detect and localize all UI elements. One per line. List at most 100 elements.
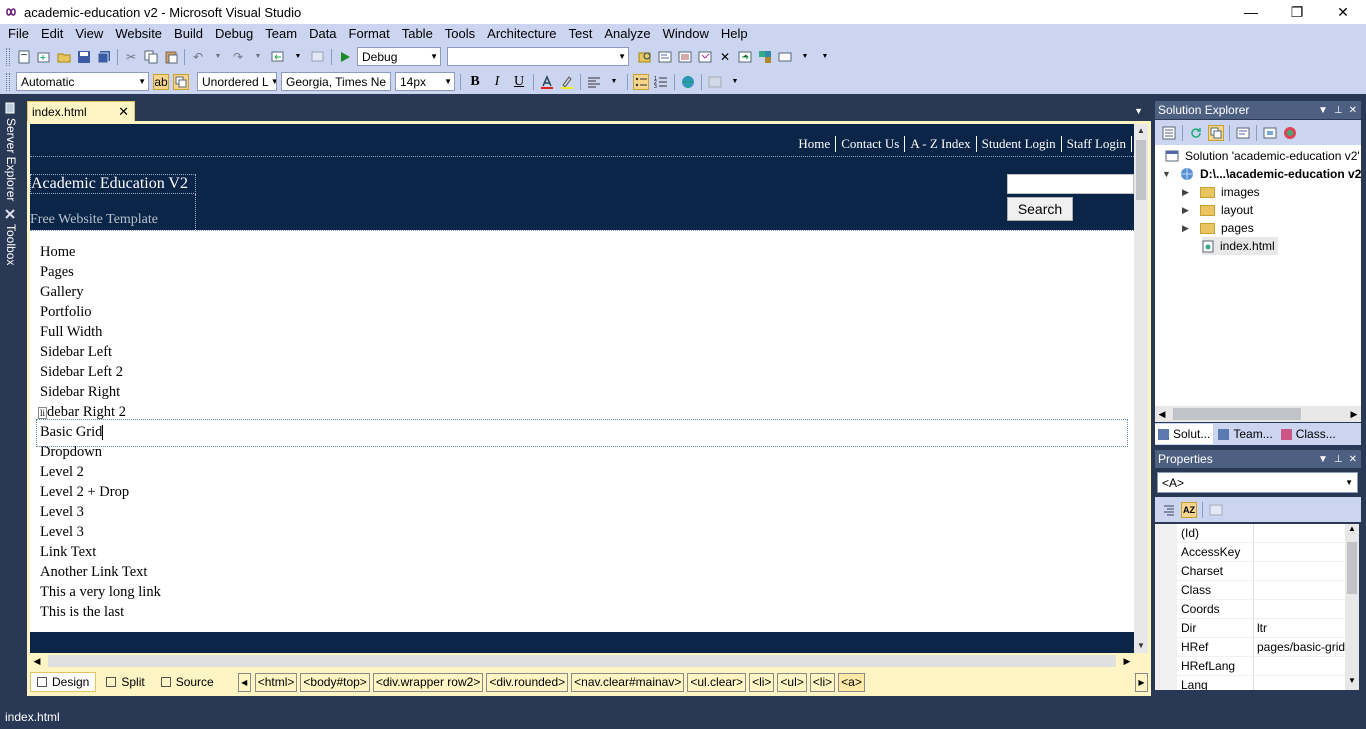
tag-nav-right-icon[interactable]: ▶ [1135,672,1148,692]
nest-related-files-icon[interactable] [1208,124,1224,141]
site-title[interactable]: Academic Education V2 [30,174,196,194]
nav-link-sidebar-right[interactable]: Sidebar Right [40,382,161,402]
property-row[interactable]: HRefpages/basic-grid.html [1155,638,1345,657]
menu-help[interactable]: Help [715,24,754,44]
property-row[interactable]: AccessKey [1155,543,1345,562]
undo-dropdown-icon[interactable]: ▼ [210,49,226,65]
other-windows-icon[interactable] [777,49,793,65]
start-page-icon[interactable] [737,49,753,65]
save-all-icon[interactable] [96,49,112,65]
cut-icon[interactable]: ✂ [123,49,139,65]
scroll-up-icon[interactable]: ▲ [1134,124,1148,138]
italic-button[interactable]: I [488,73,506,91]
nav-link-portfolio[interactable]: Portfolio [40,302,161,322]
nav-link-another-link-text[interactable]: Another Link Text [40,562,161,582]
menu-website[interactable]: Website [109,24,168,44]
target-rule-icon[interactable]: ab [153,73,169,90]
tab-class-view[interactable]: Class... [1278,424,1339,444]
tag-crumb-li[interactable]: <li> [749,672,775,692]
solution-configuration-combo[interactable]: Debug ▼ [357,47,441,66]
copy-web-site-icon[interactable] [1262,125,1278,141]
tag-crumb-nav[interactable]: <nav.clear#mainav> [571,672,685,692]
navigate-backward-icon[interactable] [270,49,286,65]
open-file-icon[interactable] [56,49,72,65]
source-view-tab[interactable]: Source [155,672,220,692]
menu-table[interactable]: Table [396,24,439,44]
toolbar-grip[interactable] [6,47,10,66]
scroll-right-icon[interactable]: ▶ [1120,656,1134,667]
server-explorer-tab[interactable]: Server Explorer [2,102,20,201]
align-icon[interactable] [586,74,602,90]
bullets-icon[interactable] [633,73,649,90]
scroll-track[interactable] [48,655,1116,667]
refresh-icon[interactable] [1188,125,1204,141]
nav-link-full-width[interactable]: Full Width [40,322,161,342]
panel-menu-icon[interactable]: ▼ [1318,105,1328,116]
properties-icon[interactable] [1161,125,1177,141]
property-pages-icon[interactable] [1208,502,1224,518]
property-row[interactable]: Class [1155,581,1345,600]
scroll-thumb[interactable] [1136,140,1146,200]
block-format-combo[interactable]: Unordered L▼ [197,72,277,91]
tag-crumb-a[interactable]: <a> [838,672,865,692]
nav-link-level-2[interactable]: Level 2 [40,462,161,482]
close-button[interactable]: ✕ [1320,0,1366,24]
style-application-combo[interactable]: Automatic ▼ [16,72,149,91]
nav-link-level-3[interactable]: Level 3 [40,502,161,522]
save-icon[interactable] [76,49,92,65]
properties-window-icon[interactable] [677,49,693,65]
toolbox-icon[interactable]: ✕ [717,49,733,65]
top-nav-staff-login[interactable]: Staff Login [1062,136,1132,152]
toolbar-options-icon[interactable]: ▼ [817,49,833,65]
scroll-thumb[interactable] [1347,542,1357,594]
expand-icon[interactable]: ▶ [1182,187,1192,198]
properties-object-selector[interactable]: <A> ▼ [1157,472,1358,493]
other-windows-dropdown-icon[interactable]: ▼ [797,49,813,65]
top-nav-az-index[interactable]: A - Z Index [905,136,977,152]
nav-link-link-text[interactable]: Link Text [40,542,161,562]
find-combo[interactable]: ▼ [447,47,629,66]
pin-icon[interactable]: ⊥ [1334,454,1343,465]
property-row[interactable]: Lang [1155,676,1345,690]
object-browser-icon[interactable] [697,49,713,65]
tree-folder-pages[interactable]: ▶ pages [1182,219,1254,237]
tag-crumb-ul-clear[interactable]: <ul.clear> [687,672,747,692]
tag-crumb-html[interactable]: <html> [254,672,298,692]
font-name-combo[interactable]: Georgia, Times Ne▼ [281,72,391,91]
menu-team[interactable]: Team [259,24,303,44]
active-files-dropdown-icon[interactable]: ▼ [1134,106,1143,116]
nav-link-sidebar-right-2[interactable]: li debar Right 2 [38,402,161,422]
tree-file-index-html[interactable]: index.html [1202,237,1278,255]
property-row[interactable]: Coords [1155,600,1345,619]
scroll-left-icon[interactable]: ◀ [1155,409,1169,420]
add-item-icon[interactable] [36,49,52,65]
align-dropdown-icon[interactable]: ▼ [606,74,622,90]
minimize-button[interactable]: — [1228,0,1274,24]
insert-image-icon[interactable] [707,74,723,90]
nav-link-very-long-link[interactable]: This a very long link [40,582,161,602]
restore-button[interactable]: ❐ [1274,0,1320,24]
menu-file[interactable]: File [2,24,35,44]
panel-close-icon[interactable]: ✕ [1349,105,1357,116]
redo-icon[interactable]: ↷ [230,49,246,65]
font-size-combo[interactable]: 14px ▼ [395,72,455,91]
redo-dropdown-icon[interactable]: ▼ [250,49,266,65]
property-row[interactable]: (Id) [1155,524,1345,543]
collapse-icon[interactable]: ▼ [1162,169,1172,179]
hyperlink-icon[interactable] [680,74,696,90]
tag-crumb-div-rounded[interactable]: <div.rounded> [486,672,569,692]
nav-link-gallery[interactable]: Gallery [40,282,161,302]
navigate-dropdown-icon[interactable]: ▼ [290,49,306,65]
expand-icon[interactable]: ▶ [1182,205,1192,216]
nav-link-last[interactable]: This is the last [40,602,161,622]
tag-nav-left-icon[interactable]: ◀ [237,672,251,692]
paste-icon[interactable] [163,49,179,65]
property-row[interactable]: HRefLang [1155,657,1345,676]
document-tab-index-html[interactable]: index.html ✕ [27,101,135,122]
asp-net-configuration-icon[interactable] [1282,125,1298,141]
solution-explorer-scrollbar[interactable]: ◀ ▶ [1155,406,1361,422]
tree-folder-images[interactable]: ▶ images [1182,183,1260,201]
bold-button[interactable]: B [466,73,484,91]
menu-format[interactable]: Format [343,24,396,44]
numbering-icon[interactable]: 123 [653,74,669,90]
